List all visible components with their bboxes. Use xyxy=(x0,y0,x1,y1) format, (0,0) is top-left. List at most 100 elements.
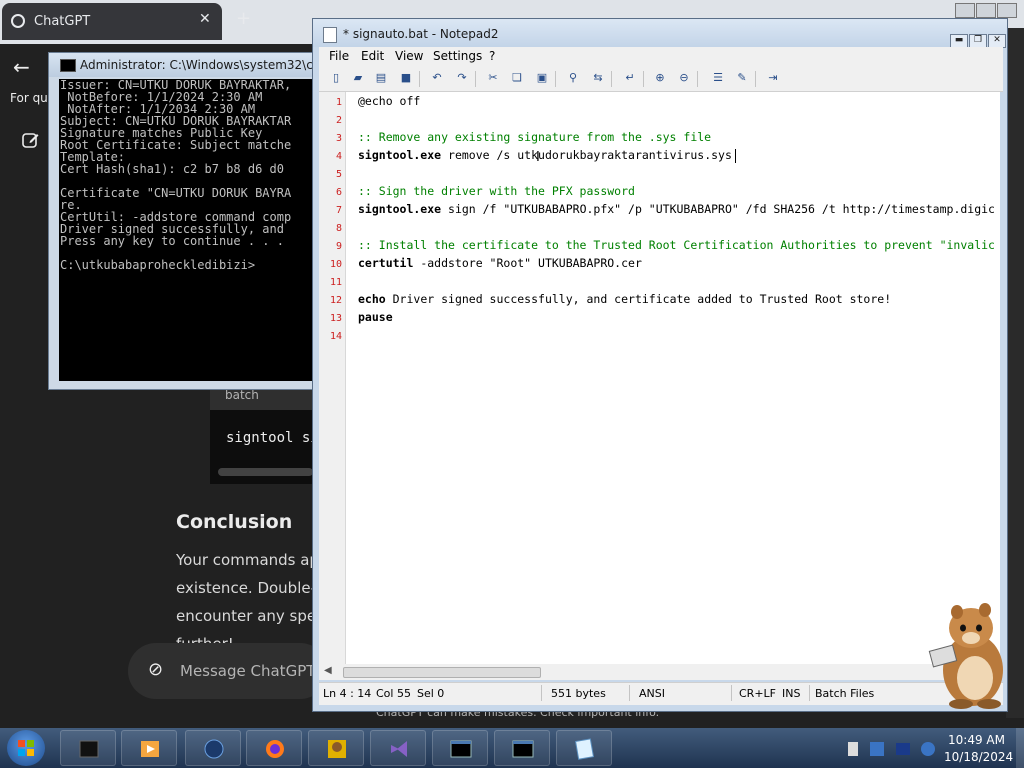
close-tab-icon[interactable]: ✕ xyxy=(199,11,211,27)
show-desktop-button[interactable] xyxy=(1016,728,1024,768)
ibeam-cursor-icon: I xyxy=(536,150,540,165)
cmd-titlebar[interactable]: Administrator: C:\Windows\system32\cmd.e xyxy=(49,53,343,77)
taskbar-app[interactable] xyxy=(494,730,550,766)
minimize-button[interactable] xyxy=(955,3,975,18)
open-icon[interactable]: ▰ xyxy=(351,71,365,85)
customize-icon[interactable]: ✎ xyxy=(735,71,749,85)
zoom-in-icon[interactable]: ⊕ xyxy=(653,71,667,85)
menu-settings[interactable]: Settings xyxy=(433,49,482,63)
scrollbar-thumb[interactable] xyxy=(343,667,541,678)
cmd-console[interactable]: Issuer: CN=UTKU DORUK BAYRAKTAR, NotBefo… xyxy=(59,79,329,381)
menu-view[interactable]: View xyxy=(395,49,423,63)
taskbar-app[interactable] xyxy=(185,730,241,766)
redo-icon[interactable]: ↷ xyxy=(455,71,469,85)
cmd-icon xyxy=(60,59,76,72)
tab-chatgpt[interactable]: ChatGPT ✕ xyxy=(2,3,222,40)
console-line: Press any key to continue . . . xyxy=(60,234,284,248)
save-icon[interactable]: ■ xyxy=(399,71,413,85)
edit-icon[interactable] xyxy=(22,131,40,149)
menu-file[interactable]: File xyxy=(329,49,349,63)
code-line: signtool.exe remove /s utkudorukbayrakta… xyxy=(358,148,732,162)
line-number: 5 xyxy=(335,169,342,180)
clock-date[interactable]: 10/18/2024 xyxy=(944,750,1013,764)
line-number-gutter: 1 2 3 4 5 6 7 8 9 10 11 12 13 14 xyxy=(319,92,346,664)
copy-icon[interactable]: ❏ xyxy=(510,71,524,85)
cmd-icon xyxy=(450,740,472,758)
line-number: 3 xyxy=(335,133,342,144)
horizontal-scrollbar[interactable]: ◀ xyxy=(319,664,1000,680)
notepad-titlebar[interactable]: * signauto.bat - Notepad2 ▬ ❐ ✕ xyxy=(313,19,1007,48)
code-line: @echo off xyxy=(358,94,420,108)
exit-icon[interactable]: ⇥ xyxy=(766,71,780,85)
code-line: :: Sign the driver with the PFX password xyxy=(358,184,635,198)
code-line: signtool.exe sign /f "UTKUBABAPRO.pfx" /… xyxy=(358,202,995,216)
text-editor[interactable]: 1 2 3 4 5 6 7 8 9 10 11 12 13 14 @echo off:: Remove a… xyxy=(319,92,1000,664)
code-token: -addstore "Root" UTKUBABAPRO.cer xyxy=(413,256,642,270)
taskbar-app[interactable] xyxy=(370,730,426,766)
clock-time[interactable]: 10:49 AM xyxy=(948,733,1005,747)
maximize-button[interactable] xyxy=(976,3,996,18)
back-arrow-icon[interactable]: ← xyxy=(13,55,30,79)
taskbar-app[interactable] xyxy=(246,730,302,766)
status-sel: Sel 0 xyxy=(417,687,445,700)
line-number: 11 xyxy=(329,277,342,288)
attach-icon[interactable]: ⊘ xyxy=(148,659,163,680)
undo-icon[interactable]: ↶ xyxy=(430,71,444,85)
browse-icon[interactable]: ▤ xyxy=(374,71,388,85)
maximize-button[interactable]: ❐ xyxy=(969,34,987,48)
code-scrollbar[interactable] xyxy=(218,468,313,476)
status-position: Ln 4 : 14 xyxy=(323,687,372,700)
new-tab-button[interactable]: + xyxy=(236,8,251,29)
toolbar-separator xyxy=(419,71,420,87)
find-icon[interactable]: ⚲ xyxy=(566,71,580,85)
tab-title: ChatGPT xyxy=(34,14,91,29)
taskbar-app[interactable] xyxy=(60,730,116,766)
sidebar-text: For qui xyxy=(10,91,52,105)
status-mode[interactable]: INS xyxy=(782,687,800,700)
line-number: 6 xyxy=(335,187,342,198)
new-icon[interactable]: ▯ xyxy=(329,71,343,85)
replace-icon[interactable]: ⇆ xyxy=(591,71,605,85)
paragraph-line: encounter any spec xyxy=(176,607,325,625)
cmd-window[interactable]: Administrator: C:\Windows\system32\cmd.e… xyxy=(48,52,343,390)
taskbar-app[interactable] xyxy=(308,730,364,766)
status-eol[interactable]: CR+LF xyxy=(739,687,776,700)
tray-icons[interactable] xyxy=(848,740,938,758)
status-separator xyxy=(731,685,732,701)
code-token: signtool.exe xyxy=(358,202,442,216)
cut-icon[interactable]: ✂ xyxy=(486,71,500,85)
code-token: echo xyxy=(358,292,386,306)
minimize-button[interactable]: ▬ xyxy=(950,34,968,48)
menu-edit[interactable]: Edit xyxy=(361,49,384,63)
code-token: @echo off xyxy=(358,94,421,108)
toolbar-separator xyxy=(755,71,756,87)
code-token: remove /s utkudorukbayraktarantivirus.sy… xyxy=(441,148,732,162)
scheme-icon[interactable]: ☰ xyxy=(711,71,725,85)
taskbar-app[interactable] xyxy=(556,730,612,766)
status-encoding[interactable]: ANSI xyxy=(639,687,665,700)
start-button[interactable] xyxy=(7,730,45,766)
close-button[interactable] xyxy=(997,3,1017,18)
line-number: 1 xyxy=(335,97,342,108)
wordwrap-icon[interactable]: ↵ xyxy=(623,71,637,85)
firefox-icon xyxy=(266,740,284,758)
black-window-icon xyxy=(79,740,99,758)
notepad-icon xyxy=(323,27,337,43)
line-number: 4 xyxy=(335,151,342,162)
toolbar-separator xyxy=(555,71,556,87)
scroll-left-icon[interactable]: ◀ xyxy=(324,665,332,676)
zoom-out-icon[interactable]: ⊖ xyxy=(677,71,691,85)
globe-icon xyxy=(204,739,224,759)
chatgpt-logo-icon xyxy=(11,14,25,28)
taskbar-app[interactable] xyxy=(432,730,488,766)
line-number: 9 xyxy=(335,241,342,252)
status-separator xyxy=(541,685,542,701)
status-scheme[interactable]: Batch Files xyxy=(815,687,874,700)
menu-help[interactable]: ? xyxy=(489,49,495,63)
paste-icon[interactable]: ▣ xyxy=(535,71,549,85)
close-button[interactable]: ✕ xyxy=(988,34,1006,48)
notepad2-window[interactable]: * signauto.bat - Notepad2 ▬ ❐ ✕ File Edit … xyxy=(312,18,1008,712)
taskbar-app[interactable] xyxy=(121,730,177,766)
message-input[interactable]: ⊘ Message ChatGPT xyxy=(128,643,328,699)
cmd-title: Administrator: C:\Windows\system32\cmd.e xyxy=(80,58,344,72)
